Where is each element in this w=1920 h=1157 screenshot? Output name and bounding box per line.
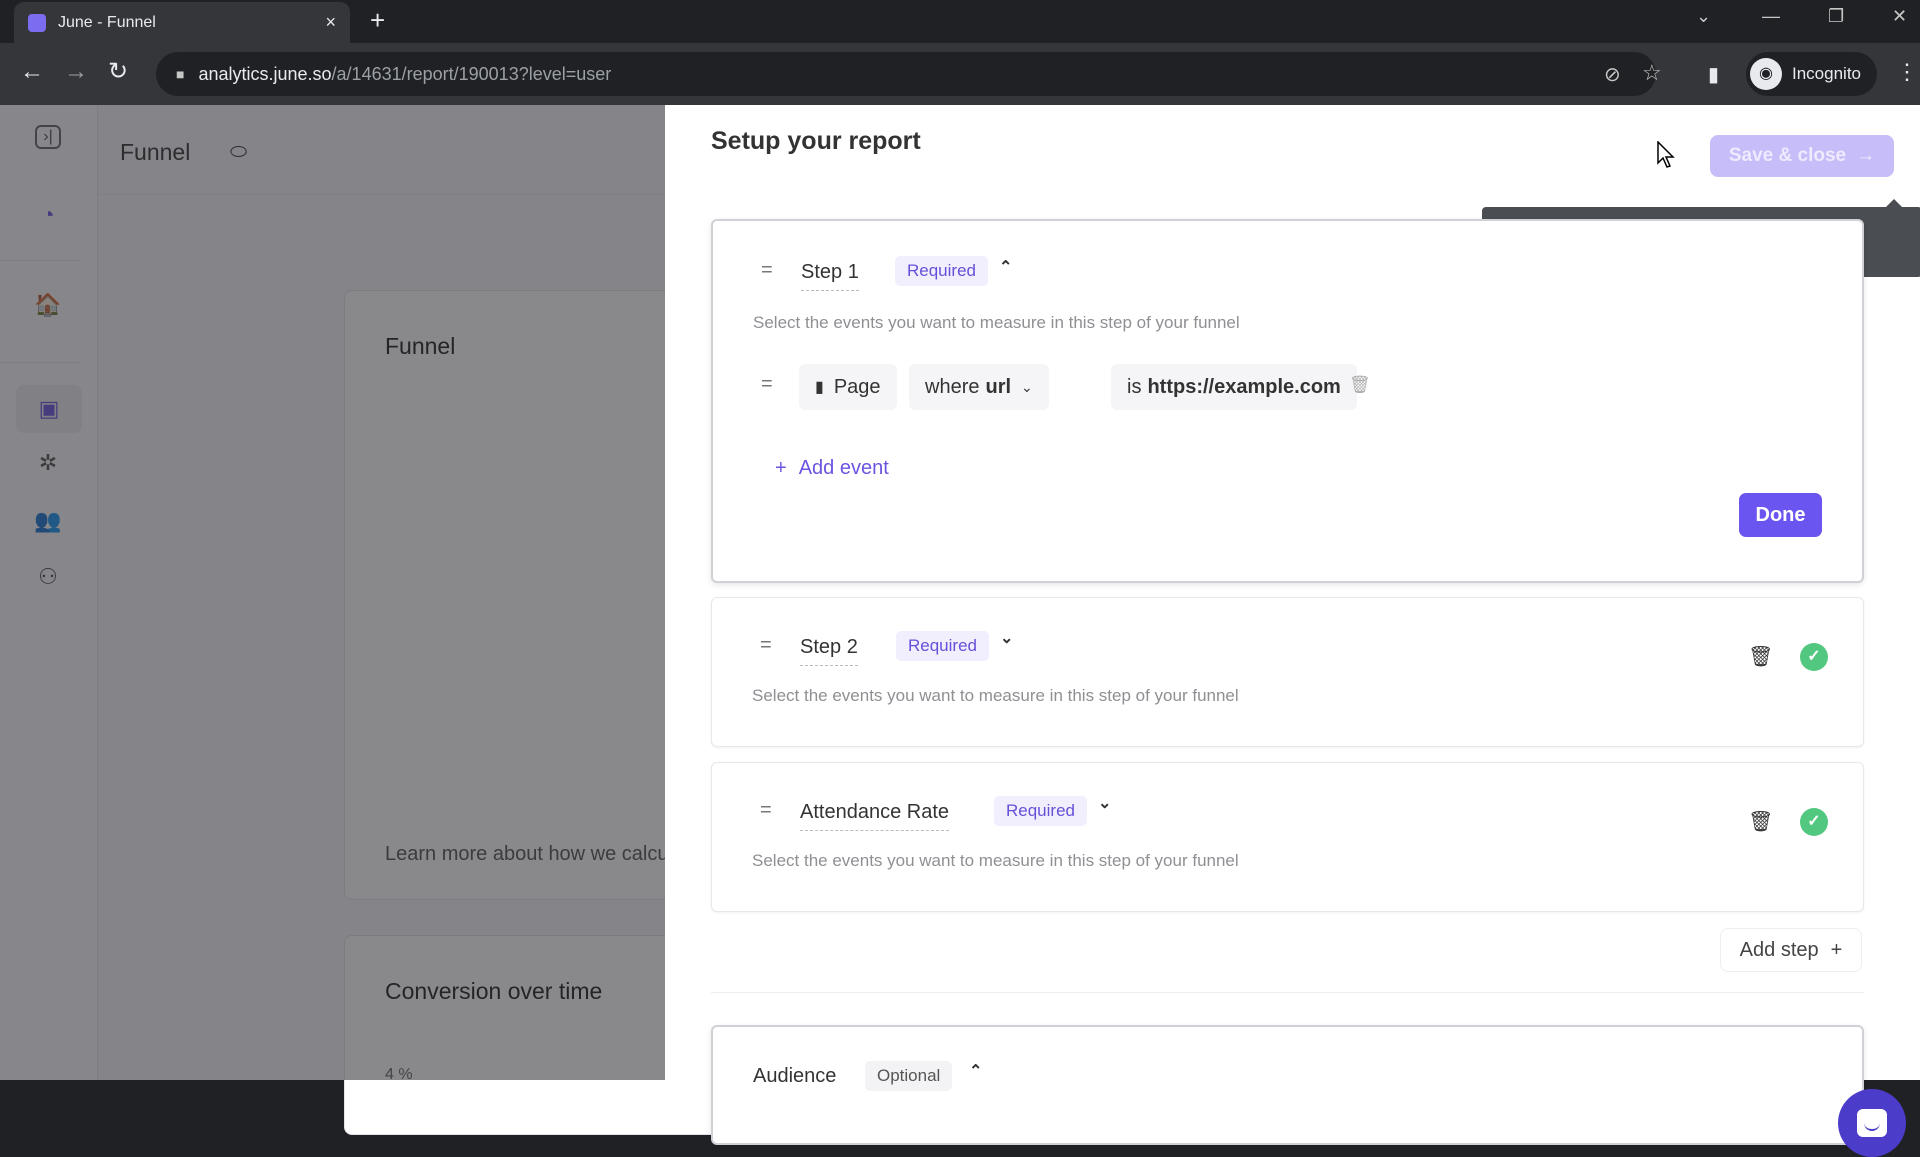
url-path: /a/14631/report/190013?level=user	[331, 63, 612, 84]
event-type-pill[interactable]: ▮ Page	[799, 364, 897, 410]
reload-icon[interactable]: ↻	[108, 58, 128, 86]
bookmark-star-icon[interactable]: ☆	[1642, 60, 1662, 86]
new-tab-button[interactable]: +	[370, 6, 385, 34]
step-card-3: = Attendance Rate Required ⌄ Select the …	[711, 762, 1864, 912]
restore-icon[interactable]: ❐	[1828, 6, 1844, 27]
tab-close-icon[interactable]: ×	[325, 12, 336, 33]
step-name[interactable]: Step 1	[801, 261, 859, 291]
add-step-button[interactable]: Add step +	[1720, 928, 1862, 972]
chevron-down-icon[interactable]: ⌄	[1000, 628, 1013, 648]
filter-value-pill[interactable]: is https://example.com	[1111, 364, 1357, 410]
drag-handle-icon[interactable]: =	[760, 634, 772, 657]
address-bar-row: ← → ↻ ■ analytics.june.so/a/14631/report…	[0, 43, 1920, 105]
add-event-button[interactable]: + Add event	[775, 457, 889, 480]
audience-card: Audience Optional ⌃	[711, 1025, 1864, 1145]
section-divider	[711, 992, 1864, 993]
add-event-label: Add event	[798, 457, 889, 479]
event-type: Page	[833, 375, 881, 398]
step-complete-check-icon: ✓	[1800, 643, 1828, 671]
url-host: analytics.june.so	[198, 63, 332, 84]
minimize-icon[interactable]: —	[1762, 6, 1780, 27]
where-label: where	[925, 375, 980, 398]
delete-event-icon[interactable]: 🗑	[1349, 375, 1371, 395]
page-icon: ▮	[815, 379, 824, 396]
incognito-indicator[interactable]: ◉ Incognito	[1746, 52, 1877, 96]
add-step-label: Add step	[1739, 938, 1819, 961]
property-name: url	[985, 375, 1012, 398]
chat-bubble-icon	[1857, 1109, 1887, 1137]
tab-search-icon[interactable]: ⌄	[1696, 6, 1711, 27]
delete-step-icon[interactable]: 🗑	[1748, 809, 1773, 834]
browser-menu-icon[interactable]: ⋮	[1896, 58, 1918, 86]
panel-title: Setup your report	[711, 127, 921, 155]
forward-icon[interactable]: →	[64, 58, 88, 86]
drag-handle-icon[interactable]: =	[761, 259, 773, 282]
event-drag-handle-icon[interactable]: =	[761, 373, 773, 396]
mouse-cursor-icon	[1657, 141, 1675, 168]
back-icon[interactable]: ←	[20, 58, 44, 86]
chevron-down-icon[interactable]: ⌄	[1098, 793, 1111, 813]
save-and-close-button[interactable]: Save & close →	[1710, 135, 1894, 177]
step-complete-check-icon: ✓	[1800, 808, 1828, 836]
lock-icon: ■	[176, 66, 185, 82]
step-description: Select the events you want to measure in…	[752, 686, 1239, 705]
tracking-protection-icon[interactable]: ⊘	[1604, 62, 1621, 87]
tab-title: June - Funnel	[58, 13, 156, 31]
plus-icon: +	[775, 457, 787, 479]
save-button-label: Save & close	[1728, 145, 1847, 166]
browser-tab[interactable]: June - Funnel ×	[14, 2, 350, 43]
chat-support-button[interactable]	[1838, 1089, 1906, 1157]
property-filter-pill[interactable]: where url ⌄	[909, 364, 1049, 410]
step-card-2: = Step 2 Required ⌄ Select the events yo…	[711, 597, 1864, 747]
filter-value: https://example.com	[1147, 375, 1341, 398]
step-description: Select the events you want to measure in…	[752, 851, 1239, 870]
browser-tab-bar: June - Funnel × + ⌄ — ❐ ✕	[0, 0, 1920, 43]
chevron-up-icon[interactable]: ⌃	[999, 257, 1012, 277]
required-badge: Required	[895, 256, 988, 286]
side-panel-icon[interactable]: ▮	[1708, 61, 1719, 89]
drag-handle-icon[interactable]: =	[760, 799, 772, 822]
incognito-icon: ◉	[1750, 58, 1782, 90]
operator-label: is	[1127, 375, 1142, 398]
url-bar[interactable]: ■ analytics.june.so/a/14631/report/19001…	[156, 52, 1662, 96]
plus-icon: +	[1830, 938, 1843, 961]
arrow-right-icon: →	[1856, 145, 1876, 166]
step-name[interactable]: Step 2	[800, 636, 858, 666]
optional-badge: Optional	[865, 1061, 953, 1091]
app: ›| ◔ 🏠 ▣ ✲ 👥 ⚇ Funnel ⬭ Funnel Learn mor…	[0, 105, 1920, 1157]
chevron-up-icon[interactable]: ⌃	[969, 1061, 982, 1081]
window-close-icon[interactable]: ✕	[1892, 6, 1907, 27]
chevron-down-icon: ⌄	[1021, 378, 1033, 395]
done-button[interactable]: Done	[1739, 493, 1822, 537]
step-description: Select the events you want to measure in…	[753, 313, 1240, 332]
step-card-1: = Step 1 Required ⌃ Select the events yo…	[711, 219, 1864, 583]
setup-report-panel: Setup your report Save & close → You nee…	[665, 105, 1920, 1145]
required-badge: Required	[896, 631, 989, 661]
profile-label: Incognito	[1792, 64, 1861, 83]
delete-step-icon[interactable]: 🗑	[1748, 644, 1773, 669]
step-name[interactable]: Attendance Rate	[800, 801, 949, 831]
june-favicon-icon	[28, 13, 46, 32]
required-badge: Required	[994, 796, 1087, 826]
